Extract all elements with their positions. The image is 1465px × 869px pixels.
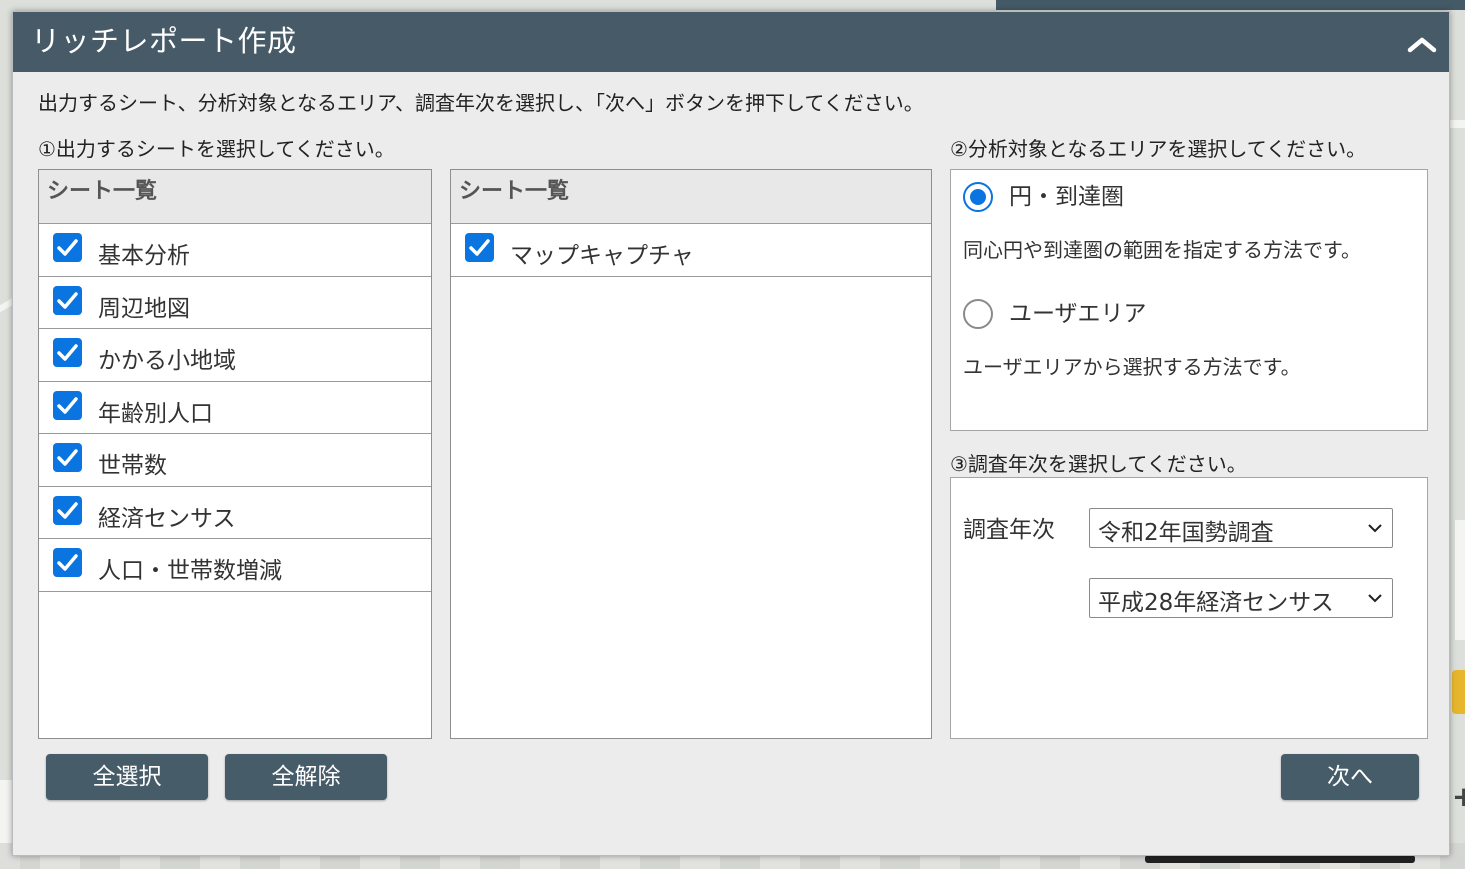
census-year-select[interactable]: 令和2年国勢調査 xyxy=(1089,508,1393,548)
dialog-title: リッチレポート作成 xyxy=(31,24,297,58)
area-section-label: ②分析対象となるエリアを選択してください。 xyxy=(950,137,1367,161)
year-label: 調査年次 xyxy=(963,517,1055,543)
radio-label: 円・到達圏 xyxy=(1009,184,1124,210)
sheet-label: 周辺地図 xyxy=(98,295,190,322)
sheet-label: 世帯数 xyxy=(98,453,167,479)
select-value: 令和2年国勢調査 xyxy=(1098,520,1274,546)
checkmark-icon xyxy=(469,239,490,256)
sheet-list-header: シート一覧 xyxy=(39,170,431,224)
checkmark-icon xyxy=(57,449,78,466)
checkmark-icon xyxy=(57,291,78,309)
radio-circle-reach[interactable] xyxy=(963,182,993,212)
radio-description: 同心円や到達圏の範囲を指定する方法です。 xyxy=(963,238,1361,262)
year-options-panel: 調査年次 令和2年国勢調査 平成28年経済センサス xyxy=(950,477,1428,739)
sheet-row[interactable]: 経済センサス xyxy=(39,487,431,539)
chevron-down-icon xyxy=(1368,594,1382,603)
radio-user-area[interactable] xyxy=(963,299,993,329)
sheet-row[interactable]: かかる小地域 xyxy=(39,329,431,382)
sheet-list-left: シート一覧 基本分析周辺地図かかる小地域 年齢別人口世帯数経済センサス人口・世帯数… xyxy=(38,169,432,739)
checkmark-icon xyxy=(57,396,78,414)
radio-label: ユーザエリア xyxy=(1009,301,1147,327)
sheet-row[interactable]: マップキャプチャ xyxy=(451,224,931,277)
sheet-checkbox[interactable] xyxy=(53,495,82,525)
sheet-row[interactable]: 人口・世帯数増減 xyxy=(39,539,431,592)
rich-report-dialog: リッチレポート作成 出力するシート、分析対象となるエリア、調査年次を選択し、「次… xyxy=(12,11,1450,856)
sheet-label: かかる小地域 xyxy=(98,348,236,374)
economic-census-select[interactable]: 平成28年経済センサス xyxy=(1089,578,1393,618)
sheet-row[interactable]: 年齢別人口 xyxy=(39,382,431,434)
next-button[interactable]: 次へ xyxy=(1281,754,1419,800)
checkmark-icon xyxy=(57,239,78,256)
sheet-list-right: シート一覧 マップキャプチャ xyxy=(450,169,932,739)
sheet-row[interactable]: 基本分析 xyxy=(39,224,431,277)
select-value: 平成28年経済センサス xyxy=(1098,590,1334,616)
radio-description: ユーザエリアから選択する方法です。 xyxy=(963,355,1301,379)
sheet-row[interactable]: 周辺地図 xyxy=(39,277,431,329)
sheet-list-header: シート一覧 xyxy=(451,170,931,224)
dialog-header: リッチレポート作成 xyxy=(13,12,1449,72)
select-all-button[interactable]: 全選択 xyxy=(46,754,208,800)
checkmark-icon xyxy=(57,344,78,361)
collapse-button[interactable] xyxy=(1405,30,1439,60)
zoom-in-icon[interactable]: + xyxy=(1452,780,1465,813)
sheet-checkbox[interactable] xyxy=(53,390,82,420)
sheet-checkbox[interactable] xyxy=(53,285,82,315)
chevron-down-icon xyxy=(1368,524,1382,533)
sheet-checkbox[interactable] xyxy=(53,443,82,472)
sheet-section-label: ①出力するシートを選択してください。 xyxy=(38,137,395,161)
sheet-row[interactable]: 世帯数 xyxy=(39,434,431,487)
sheet-checkbox[interactable] xyxy=(53,338,82,367)
sheet-label: 経済センサス xyxy=(98,505,236,532)
checkmark-icon xyxy=(57,501,78,519)
sheet-label: 基本分析 xyxy=(98,243,190,269)
dialog-instruction: 出力するシート、分析対象となるエリア、調査年次を選択し、「次へ」ボタンを押下して… xyxy=(38,91,924,115)
sheet-label: 人口・世帯数増減 xyxy=(98,558,282,584)
sheet-checkbox[interactable] xyxy=(465,233,494,262)
deselect-all-button[interactable]: 全解除 xyxy=(225,754,387,800)
chevron-up-icon xyxy=(1407,37,1437,53)
map-toolbar-strip xyxy=(996,0,1465,10)
street-view-pegman-icon[interactable] xyxy=(1452,670,1465,714)
sheet-checkbox[interactable] xyxy=(53,548,82,577)
sheet-label: マップキャプチャ xyxy=(510,243,694,269)
checkmark-icon xyxy=(57,554,78,571)
area-options-panel: 円・到達圏 同心円や到達圏の範囲を指定する方法です。 ユーザエリア ユーザエリア… xyxy=(950,169,1428,431)
sheet-label: 年齢別人口 xyxy=(98,400,213,427)
map-bottom-bar xyxy=(1145,855,1415,863)
year-section-label: ③調査年次を選択してください。 xyxy=(950,452,1247,476)
sheet-checkbox[interactable] xyxy=(53,233,82,262)
